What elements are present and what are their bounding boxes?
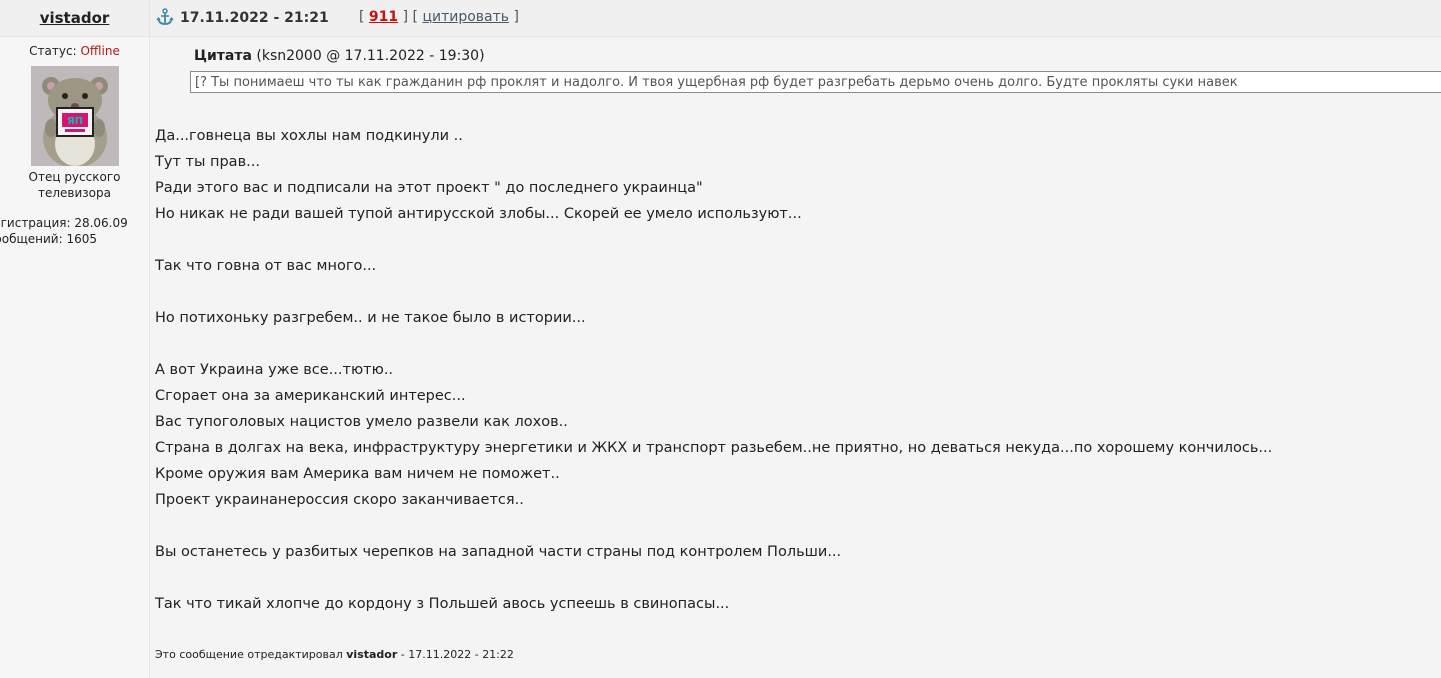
body-line: Вас тупоголовых нацистов умело развели к… xyxy=(155,414,568,430)
author-header: vistador xyxy=(0,0,149,37)
post-actions: [ 911 ] [ цитировать ] xyxy=(359,9,519,25)
body-line: А вот Украина уже все...тютю.. xyxy=(155,362,394,378)
post-number-link[interactable]: 911 xyxy=(369,9,398,25)
anchor-icon[interactable] xyxy=(156,8,174,26)
forum-post: vistador Статус: Offline ЯП Отец русског… xyxy=(0,0,1441,678)
quote-text: [? Ты понимаеш что ты как гражданин рф п… xyxy=(190,71,1441,93)
body-line: Так что говна от вас много... xyxy=(155,258,377,274)
status-label: Статус: xyxy=(29,44,81,58)
body-line: Вы останетесь у разбитых черепков на зап… xyxy=(155,544,842,560)
edit-note-user: vistador xyxy=(346,648,398,661)
quote-header: Цитата (ksn2000 @ 17.11.2022 - 19:30) xyxy=(194,48,485,64)
edit-note-suffix: - 17.11.2022 - 21:22 xyxy=(397,648,514,661)
body-line: Кроме оружия вам Америка вам ничем не по… xyxy=(155,466,560,482)
user-title: Отец русского телевизора xyxy=(0,169,149,201)
quote-button[interactable]: цитировать xyxy=(422,9,509,25)
bracket: ] [ xyxy=(398,9,423,25)
bracket: [ xyxy=(359,9,369,25)
author-status: Статус: Offline xyxy=(0,44,149,58)
post-header: 17.11.2022 - 21:21 [ 911 ] [ цитировать … xyxy=(150,0,1441,37)
message-count: Сообщений: 1605 xyxy=(0,232,97,246)
registration-date: Регистрация: 28.06.09 xyxy=(0,216,128,230)
quote-meta: (ksn2000 @ 17.11.2022 - 19:30) xyxy=(251,48,485,64)
user-title-line: телевизора xyxy=(38,186,111,200)
author-name-link[interactable]: vistador xyxy=(40,9,110,27)
body-line: Страна в долгах на века, инфраструктуру … xyxy=(155,440,1273,456)
body-line: Но потихоньку разгребем.. и не такое был… xyxy=(155,310,586,326)
edit-note: Это сообщение отредактировал vistador - … xyxy=(155,648,514,661)
user-title-line: Отец русского xyxy=(28,170,121,184)
body-line: Так что тикай хлопче до кордону з Польше… xyxy=(155,596,730,612)
edit-note-prefix: Это сообщение отредактировал xyxy=(155,648,347,661)
body-line: Ради этого вас и подписали на этот проек… xyxy=(155,180,703,196)
bracket: ] xyxy=(509,9,519,25)
status-value: Offline xyxy=(80,44,120,58)
post-body: Да...говнеца вы хохлы нам подкинули .. Ту… xyxy=(155,123,1435,617)
avatar-badge-text: ЯП xyxy=(66,116,82,127)
author-panel: vistador Статус: Offline ЯП Отец русског… xyxy=(0,0,150,678)
user-stats: Регистрация: 28.06.09 Сообщений: 1605 xyxy=(0,215,149,247)
post-content-panel: 17.11.2022 - 21:21 [ 911 ] [ цитировать … xyxy=(150,0,1441,678)
body-line: Сгорает она за американский интерес... xyxy=(155,388,466,404)
quote-label: Цитата xyxy=(194,48,252,64)
post-date: 17.11.2022 - 21:21 xyxy=(180,10,329,26)
body-line: Но никак не ради вашей тупой антирусской… xyxy=(155,206,802,222)
avatar[interactable]: ЯП xyxy=(30,66,119,166)
body-line: Да...говнеца вы хохлы нам подкинули .. xyxy=(155,128,463,144)
body-line: Тут ты прав... xyxy=(155,154,260,170)
body-line: Проект украинанероссия скоро заканчивает… xyxy=(155,492,524,508)
